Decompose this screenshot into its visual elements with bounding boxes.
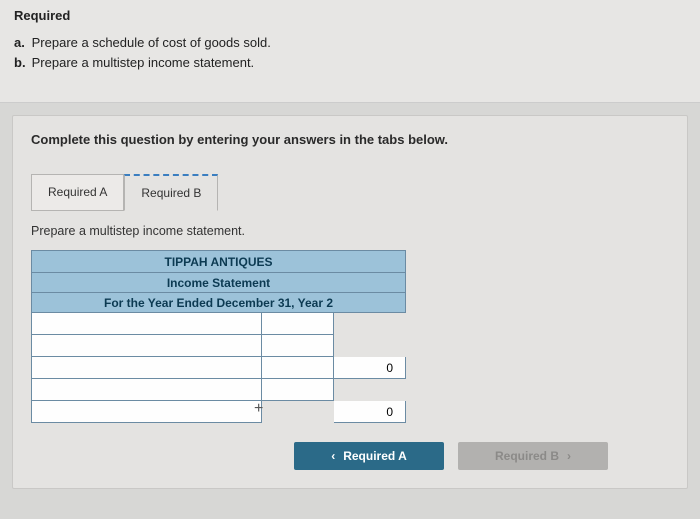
panel-instruction: Complete this question by entering your … (31, 132, 669, 147)
row-amount1-cell[interactable] (262, 335, 334, 357)
answer-panel: Complete this question by entering your … (12, 115, 688, 489)
tab-strip: Required A Required B (31, 173, 669, 210)
row-amount2-empty (334, 379, 406, 401)
row-label-input[interactable] (33, 380, 260, 399)
table-row (32, 335, 406, 357)
next-tab-button: Required B › (458, 442, 608, 470)
row-amount2-cell[interactable] (334, 401, 406, 423)
tab-required-b[interactable]: Required B (124, 174, 218, 211)
required-title: Required (14, 8, 686, 23)
tab-required-a[interactable]: Required A (31, 174, 124, 211)
chevron-left-icon: ‹ (331, 449, 335, 463)
item-letter: a. (14, 33, 28, 53)
required-item-a: a. Prepare a schedule of cost of goods s… (14, 33, 686, 53)
required-list: a. Prepare a schedule of cost of goods s… (14, 33, 686, 72)
sheet-title: Income Statement (32, 273, 406, 293)
row-label-cell[interactable] (32, 335, 262, 357)
requirements-header: Required a. Prepare a schedule of cost o… (0, 0, 700, 103)
table-row (32, 401, 406, 423)
item-text: Prepare a schedule of cost of goods sold… (32, 35, 271, 50)
table-row (32, 313, 406, 335)
required-item-b: b. Prepare a multistep income statement. (14, 53, 686, 73)
row-amount1-input[interactable] (263, 314, 327, 333)
item-text: Prepare a multistep income statement. (32, 55, 255, 70)
prev-tab-label: Required A (343, 449, 407, 463)
row-amount2-input[interactable] (335, 358, 399, 377)
table-row (32, 379, 406, 401)
row-label-input[interactable] (33, 402, 260, 421)
row-amount2-empty (334, 313, 406, 335)
row-label-cell[interactable] (32, 379, 262, 401)
row-amount1-cell[interactable] (262, 379, 334, 401)
tab-description: Prepare a multistep income statement. (31, 224, 669, 238)
row-amount1-input[interactable] (263, 380, 327, 399)
chevron-right-icon: › (567, 449, 571, 463)
row-amount1-input[interactable] (263, 358, 327, 377)
row-label-cell[interactable] (32, 313, 262, 335)
income-statement-worksheet: TIPPAH ANTIQUES Income Statement For the… (31, 250, 406, 423)
sheet-company: TIPPAH ANTIQUES (32, 251, 406, 273)
row-label-input[interactable] (33, 358, 260, 377)
sheet-period: For the Year Ended December 31, Year 2 (32, 293, 406, 313)
row-label-cell[interactable] (32, 357, 262, 379)
row-amount2-cell[interactable] (334, 357, 406, 379)
row-amount1-cell[interactable] (262, 357, 334, 379)
prev-tab-button[interactable]: ‹ Required A (294, 442, 444, 470)
row-amount1-cell[interactable] (262, 313, 334, 335)
row-label-cell[interactable] (32, 401, 262, 423)
item-letter: b. (14, 53, 28, 73)
row-amount1-empty (262, 401, 334, 423)
tab-nav-bar: ‹ Required A Required B › (261, 442, 641, 470)
next-tab-label: Required B (495, 449, 559, 463)
row-amount1-input[interactable] (263, 336, 327, 355)
row-amount2-empty (334, 335, 406, 357)
row-label-input[interactable] (33, 336, 260, 355)
table-row (32, 357, 406, 379)
row-label-input[interactable] (33, 314, 260, 333)
row-amount2-input[interactable] (335, 402, 399, 421)
